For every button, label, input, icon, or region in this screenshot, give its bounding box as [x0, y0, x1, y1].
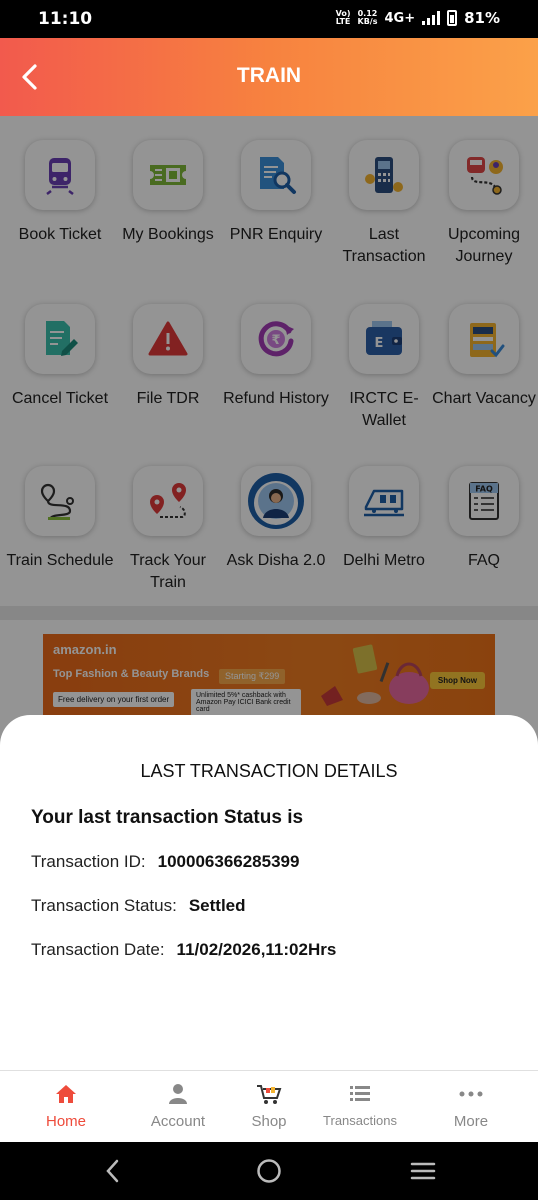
- network-speed: 0.12 KB/s: [358, 10, 378, 26]
- page-title: TRAIN: [236, 64, 302, 87]
- transaction-date-value: 11/02/2026,11:02Hrs: [176, 940, 337, 959]
- volte-bottom: LTE: [335, 17, 351, 26]
- sheet-title: LAST TRANSACTION DETAILS: [140, 761, 398, 781]
- signal-icon: [422, 11, 441, 25]
- detail-label: Transaction Status:: [31, 896, 177, 915]
- last-transaction-sheet: LAST TRANSACTION DETAILS Your last trans…: [0, 715, 538, 1070]
- battery-level: 81%: [464, 9, 500, 27]
- chevron-left-icon: [106, 1159, 119, 1183]
- transaction-id-value: 100006366285399: [157, 852, 300, 871]
- menu-lines-icon: [410, 1162, 436, 1180]
- list-icon: [306, 1083, 414, 1105]
- detail-label: Transaction ID:: [31, 852, 146, 871]
- nav-transactions[interactable]: Transactions: [306, 1071, 414, 1143]
- transaction-date-row: Transaction Date: 11/02/2026,11:02Hrs: [31, 940, 336, 960]
- volte-indicator: Vo) LTE: [336, 10, 351, 26]
- app-header: TRAIN: [0, 38, 538, 116]
- nav-label: Home: [45, 1113, 86, 1130]
- battery-icon: [447, 10, 458, 26]
- system-back-button[interactable]: [98, 1156, 128, 1186]
- more-dots-icon: [417, 1083, 525, 1105]
- bottom-nav: Home Account Shop Transactions More: [0, 1070, 538, 1142]
- transaction-status-row: Transaction Status: Settled: [31, 896, 246, 916]
- system-recents-button[interactable]: [408, 1156, 438, 1186]
- sheet-subtitle: Your last transaction Status is: [31, 807, 304, 828]
- transaction-id-row: Transaction ID: 100006366285399: [31, 852, 299, 872]
- status-indicators: Vo) LTE 0.12 KB/s 4G+ 81%: [336, 9, 500, 27]
- status-time: 11:10: [38, 9, 93, 29]
- status-bar: 11:10 Vo) LTE 0.12 KB/s 4G+ 81%: [0, 0, 538, 38]
- network-type: 4G+: [384, 10, 416, 26]
- detail-label: Transaction Date:: [31, 940, 165, 959]
- transaction-status-value: Settled: [188, 896, 246, 915]
- nav-home[interactable]: Home: [12, 1071, 120, 1143]
- nav-more[interactable]: More: [417, 1071, 525, 1143]
- nav-label: Transactions: [323, 1113, 397, 1128]
- circle-home-icon: [257, 1159, 281, 1183]
- speed-unit: KB/s: [357, 17, 378, 26]
- system-home-button[interactable]: [254, 1156, 284, 1186]
- nav-label: More: [453, 1113, 489, 1130]
- system-nav-bar: [0, 1142, 538, 1200]
- home-icon: [12, 1083, 120, 1105]
